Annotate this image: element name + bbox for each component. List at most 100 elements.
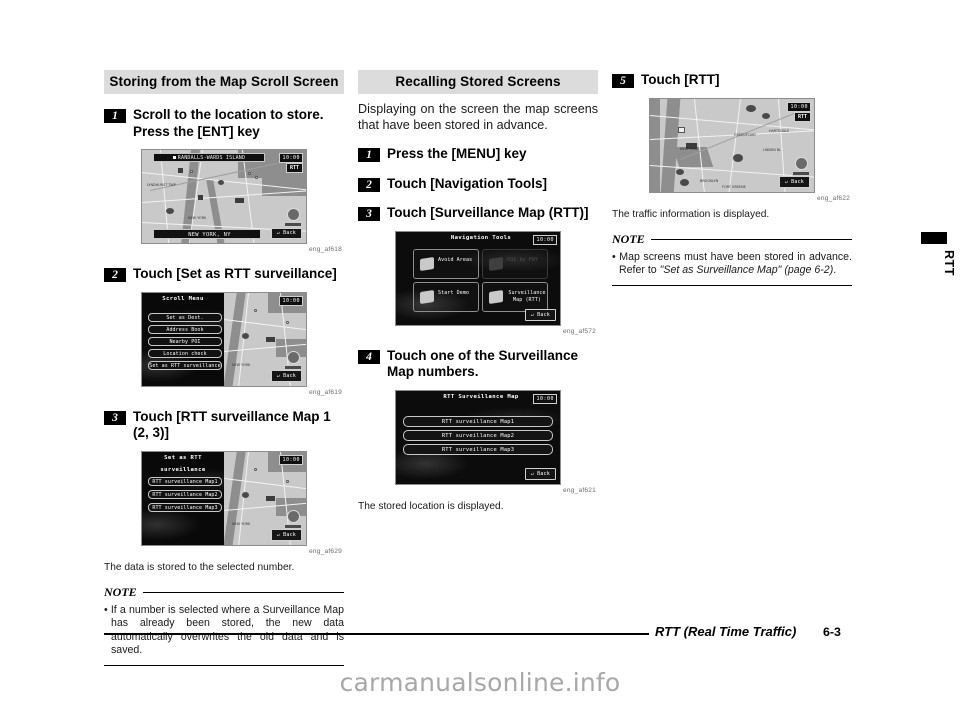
figure-id: eng_af572 <box>563 327 596 335</box>
back-button[interactable]: ↵ Back <box>524 468 556 480</box>
step-text: Touch [Set as RTT surveillance] <box>133 266 337 281</box>
screen-title-text: RANDALLS-WARDS ISLAND <box>177 155 246 161</box>
tile-label: POI by FWY <box>507 256 539 263</box>
menu-button-location-check[interactable]: Location check <box>148 348 222 358</box>
map-scale-bar <box>284 222 302 227</box>
screen-clock: 10:00 <box>533 234 557 245</box>
back-arrow-icon: ↵ <box>530 311 534 318</box>
step-text: Scroll to the location to store. Press t… <box>133 107 324 139</box>
section-title-recalling: Recalling Stored Screens <box>358 70 598 94</box>
start-demo-icon <box>420 289 434 304</box>
column-two: Recalling Stored Screens Displaying on t… <box>358 70 598 513</box>
note-rule-bottom <box>612 284 852 286</box>
note-label: NOTE <box>612 231 645 246</box>
figure-traffic-map: GREENPOINT HARTSDALE LINDEN BL BROOKLYN … <box>612 97 852 202</box>
back-arrow-icon: ↵ <box>276 531 280 538</box>
avoid-areas-icon <box>420 256 434 271</box>
map-poi <box>242 491 249 498</box>
compass-icon[interactable] <box>287 350 300 364</box>
compass-icon[interactable] <box>287 509 300 523</box>
step-1-recalling: 1 Press the [MENU] key <box>358 146 598 163</box>
back-button[interactable]: ↵ Back <box>270 529 302 541</box>
footer-page-number: 6-3 <box>823 625 841 639</box>
traffic-marker <box>762 112 770 119</box>
figure-scroll-menu: NEW YORK Scroll Menu Set as Dest. Addres… <box>104 291 344 396</box>
start-demo-tile[interactable]: Start Demo <box>413 281 479 312</box>
back-label: Back <box>283 230 296 236</box>
back-button[interactable]: ↵ Back <box>524 309 556 321</box>
figure-id: eng_af621 <box>563 486 596 494</box>
back-arrow-icon: ↵ <box>784 178 788 185</box>
figure-navigation-tools: Navigation Tools 10:00 Avoid Areas POI b… <box>358 230 598 335</box>
note-block-traffic: NOTE • Map screens must have been stored… <box>612 232 852 286</box>
step-3-storing: 3 Touch [RTT surveillance Map 1 (2, 3)] <box>104 409 344 442</box>
rtt-surveillance-map3-button[interactable]: RTT surveillance Map3 <box>403 443 553 455</box>
map-node <box>286 479 289 483</box>
rtt-surveillance-map3-button[interactable]: RTT surveillance Map3 <box>148 502 222 512</box>
nav-screen-rtt-surveillance-map: RTT Surveillance Map 10:00 RTT surveilla… <box>395 389 561 485</box>
rtt-surveillance-map1-button[interactable]: RTT surveillance Map1 <box>403 415 553 427</box>
scroll-menu-panel: Scroll Menu Set as Dest. Address Book Ne… <box>142 292 224 386</box>
nav-screen-set-as-rtt: NEW YORK Set as RTT surveillance RTT sur… <box>141 450 307 546</box>
step-2-recalling: 2 Touch [Navigation Tools] <box>358 176 598 193</box>
step-3-recalling: 3 Touch [Surveillance Map (RTT)] <box>358 205 598 222</box>
map-poi-icon <box>266 336 275 342</box>
column-three: 5 Touch [RTT] GREENPOINT HARTSDALE LINDE… <box>612 70 852 286</box>
rtt-surveillance-map1-button[interactable]: RTT surveillance Map1 <box>148 476 222 486</box>
rtt-button[interactable]: RTT <box>793 111 811 122</box>
nav-screen-traffic-map: GREENPOINT HARTSDALE LINDEN BL BROOKLYN … <box>649 97 815 193</box>
menu-button-address-book[interactable]: Address Book <box>148 324 222 334</box>
surveillance-map-rtt-tile[interactable]: Surveillance Map (RTT) <box>482 281 548 312</box>
note-rule-top <box>650 238 852 240</box>
note-rule-bottom <box>104 664 344 666</box>
step-4-recalling: 4 Touch one of the Surveillance Map numb… <box>358 348 598 381</box>
step-number: 1 <box>104 109 126 123</box>
map-label: LYNDHURST TWP <box>147 183 176 187</box>
step-text: Press the [MENU] key <box>387 146 527 161</box>
rtt-button[interactable]: RTT <box>285 163 303 173</box>
road <box>728 98 742 192</box>
river <box>660 98 681 192</box>
tile-label: Surveillance Map (RTT) <box>508 289 546 303</box>
rtt-surveillance-map2-button[interactable]: RTT surveillance Map2 <box>148 489 222 499</box>
note-text-part2: . <box>833 264 837 277</box>
note-text-italic: "Set as Surveillance Map" (page 6-2) <box>659 264 834 277</box>
intro-text-recalling: Displaying on the screen the map screens… <box>358 102 598 132</box>
back-arrow-icon: ↵ <box>276 372 280 379</box>
tile-label: Start Demo <box>438 289 470 296</box>
back-label: Back <box>537 311 550 318</box>
back-button[interactable]: ↵ Back <box>778 176 810 188</box>
menu-button-set-as-dest[interactable]: Set as Dest. <box>148 312 222 322</box>
screen-clock: 10:00 <box>279 454 303 465</box>
note-header: NOTE <box>612 232 852 247</box>
screen-title-bar: RANDALLS-WARDS ISLAND <box>153 153 265 162</box>
step-number: 5 <box>612 74 634 88</box>
menu-button-nearby-poi[interactable]: Nearby POI <box>148 336 222 346</box>
figure-set-as-rtt-surveillance: NEW YORK Set as RTT surveillance RTT sur… <box>104 450 344 555</box>
back-arrow-icon: ↵ <box>276 230 280 236</box>
screen-clock: 10:00 <box>787 101 811 112</box>
menu-button-set-as-rtt-surveillance[interactable]: Set as RTT surveillance <box>148 360 222 370</box>
road <box>142 190 306 204</box>
nav-screen-map-scroll: LYNDHURST TWP NEW YORK RANDALLS-WARDS IS… <box>141 149 307 244</box>
avoid-areas-tile[interactable]: Avoid Areas <box>413 248 479 279</box>
map-label: NEW YORK <box>680 146 699 151</box>
map-scale-bar <box>284 523 302 529</box>
compass-icon[interactable] <box>795 156 808 170</box>
back-label: Back <box>283 531 296 538</box>
rtt-surveillance-map2-button[interactable]: RTT surveillance Map2 <box>403 429 553 441</box>
map-label: NEW YORK <box>232 362 251 367</box>
traffic-marker <box>676 168 684 175</box>
step-text: Touch [Surveillance Map (RTT)] <box>387 205 589 220</box>
step-number: 1 <box>358 148 380 162</box>
map-label: GREENPOINT <box>734 132 757 137</box>
back-button[interactable]: ↵ Back <box>270 227 302 239</box>
screen-clock: 10:00 <box>533 393 557 404</box>
nav-screen-scroll-menu: NEW YORK Scroll Menu Set as Dest. Addres… <box>141 291 307 387</box>
step-5-recalling: 5 Touch [RTT] <box>612 72 852 89</box>
section-title-storing: Storing from the Map Scroll Screen <box>104 70 344 94</box>
figure-id: eng_af619 <box>309 388 342 396</box>
compass-icon[interactable] <box>287 208 300 221</box>
back-button[interactable]: ↵ Back <box>270 370 302 382</box>
panel-title: Set as RTT surveillance <box>160 454 206 473</box>
